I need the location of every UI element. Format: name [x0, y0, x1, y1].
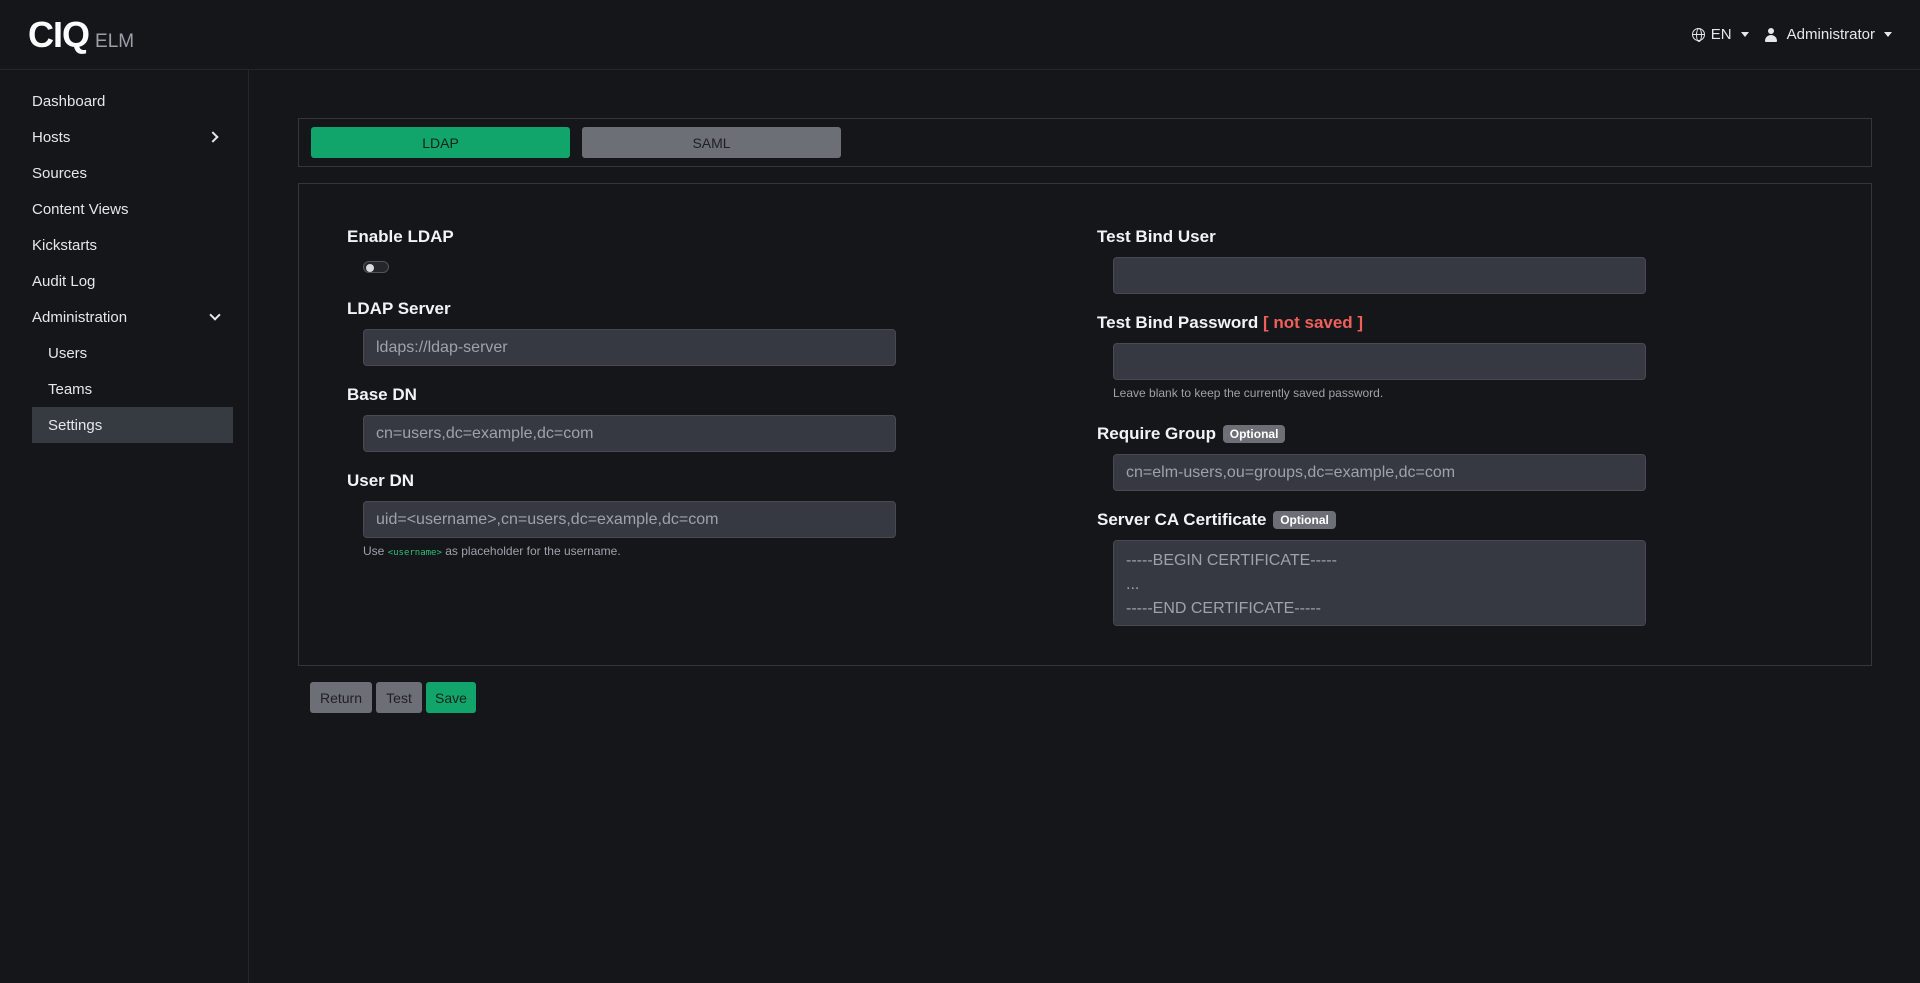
- enable-ldap-toggle[interactable]: [363, 261, 389, 273]
- caret-down-icon: [1884, 32, 1892, 37]
- not-saved-warning: [ not saved ]: [1262, 313, 1364, 332]
- user-icon: [1764, 27, 1777, 42]
- test-bind-user-input[interactable]: [1113, 257, 1646, 294]
- brand-logo[interactable]: CIQ ELM: [28, 14, 134, 56]
- optional-badge: Optional: [1273, 510, 1336, 529]
- test-button[interactable]: Test: [376, 682, 422, 713]
- sidebar-item-label: Content Views: [32, 200, 129, 218]
- tab-saml[interactable]: SAML: [582, 127, 841, 158]
- label-text: Server CA Certificate: [1097, 510, 1267, 529]
- label-text: Test Bind Password: [1097, 313, 1259, 332]
- language-dropdown[interactable]: EN: [1691, 26, 1749, 43]
- sidebar-item-audit-log[interactable]: Audit Log: [32, 263, 233, 299]
- user-dn-input[interactable]: [363, 501, 896, 538]
- sidebar-item-teams[interactable]: Teams: [32, 371, 233, 407]
- password-help: Leave blank to keep the currently saved …: [1113, 386, 1384, 400]
- sidebar-item-label: Dashboard: [32, 92, 106, 110]
- logo-text: CIQ: [28, 13, 90, 55]
- enable-ldap-label: Enable LDAP: [347, 227, 454, 246]
- product-name: ELM: [95, 30, 135, 52]
- sidebar-item-content-views[interactable]: Content Views: [32, 191, 233, 227]
- chevron-down-icon: [209, 309, 221, 321]
- sidebar-item-settings[interactable]: Settings: [32, 407, 233, 443]
- sidebar-item-label: Kickstarts: [32, 236, 98, 254]
- user-dn-label: User DN: [347, 471, 415, 490]
- ldap-server-label: LDAP Server: [347, 299, 451, 318]
- sidebar-item-label: Hosts: [32, 128, 71, 146]
- label-text: Require Group: [1097, 424, 1217, 443]
- ldap-server-input[interactable]: [363, 329, 896, 366]
- sidebar-item-administration[interactable]: Administration: [32, 299, 233, 335]
- tab-ldap[interactable]: LDAP: [311, 127, 570, 158]
- ldap-settings-form: Enable LDAP LDAP Server Base DN User DN …: [298, 183, 1872, 666]
- sidebar-item-sources[interactable]: Sources: [32, 155, 233, 191]
- sidebar-item-label: Settings: [48, 416, 103, 434]
- top-nav: EN Administrator: [1691, 26, 1892, 43]
- sidebar-item-label: Teams: [48, 380, 93, 398]
- sidebar-item-dashboard[interactable]: Dashboard: [32, 83, 233, 119]
- test-bind-password-label: Test Bind Password [ not saved ]: [1097, 313, 1363, 333]
- base-dn-input[interactable]: [363, 415, 896, 452]
- sidebar-item-label: Audit Log: [32, 272, 96, 290]
- test-bind-user-label: Test Bind User: [1097, 227, 1216, 246]
- username-placeholder-code: <username>: [387, 548, 442, 558]
- user-name: Administrator: [1786, 26, 1875, 43]
- sidebar-item-users[interactable]: Users: [32, 335, 233, 371]
- sidebar: Dashboard Hosts Sources Content Views Ki…: [0, 70, 249, 983]
- test-bind-password-input[interactable]: [1113, 343, 1646, 380]
- sidebar-item-kickstarts[interactable]: Kickstarts: [32, 227, 233, 263]
- user-menu-dropdown[interactable]: Administrator: [1764, 26, 1892, 43]
- server-ca-textarea[interactable]: [1113, 540, 1646, 626]
- sidebar-item-label: Sources: [32, 164, 88, 182]
- sidebar-item-label: Users: [48, 344, 88, 362]
- language-label: EN: [1710, 26, 1732, 43]
- caret-down-icon: [1740, 32, 1749, 37]
- user-dn-help: Use <username> as placeholder for the us…: [363, 544, 621, 558]
- chevron-right-icon: [207, 131, 219, 143]
- sidebar-item-label: Administration: [32, 308, 128, 326]
- server-ca-label: Server CA Certificate Optional: [1097, 510, 1336, 530]
- auth-tabs: LDAP SAML: [298, 118, 1872, 167]
- globe-icon: [1691, 28, 1705, 42]
- help-text: Use: [363, 544, 385, 558]
- base-dn-label: Base DN: [347, 385, 417, 404]
- top-bar: CIQ ELM EN Administrator: [0, 0, 1920, 70]
- require-group-input[interactable]: [1113, 454, 1646, 491]
- save-button[interactable]: Save: [426, 682, 476, 713]
- sidebar-item-hosts[interactable]: Hosts: [32, 119, 233, 155]
- help-text: as placeholder for the username.: [445, 544, 621, 558]
- return-button[interactable]: Return: [310, 682, 372, 713]
- optional-badge: Optional: [1222, 424, 1286, 443]
- require-group-label: Require Group Optional: [1097, 424, 1286, 444]
